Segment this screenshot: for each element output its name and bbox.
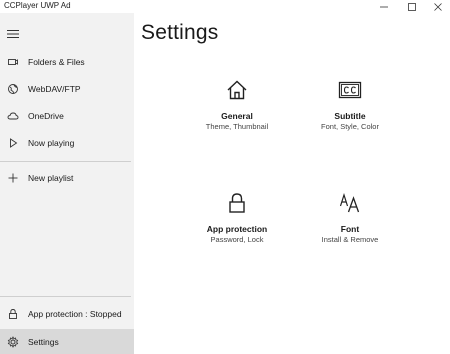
close-button[interactable] xyxy=(424,0,450,13)
gear-icon xyxy=(7,335,19,348)
sidebar: Folders & Files WebDAV/FTP OneDrive Now … xyxy=(0,13,134,354)
sidebar-item-label: WebDAV/FTP xyxy=(28,84,81,94)
closed-caption-icon xyxy=(338,78,362,102)
sidebar-item-folders-files[interactable]: Folders & Files xyxy=(0,51,134,73)
tile-title: General xyxy=(221,111,253,121)
tile-title: App protection xyxy=(206,224,268,234)
plus-icon xyxy=(7,172,19,184)
hamburger-icon xyxy=(7,30,19,38)
settings-tile-general[interactable]: General Theme, Thumbnail xyxy=(182,78,292,138)
close-icon xyxy=(434,2,442,11)
app-window: CCPlayer UWP Ad Folders & Files WebDAV/F… xyxy=(0,0,450,354)
minimize-icon xyxy=(380,6,388,7)
sidebar-item-label: OneDrive xyxy=(28,111,64,121)
sidebar-item-label: Now playing xyxy=(28,138,75,148)
sidebar-divider xyxy=(0,296,131,297)
lock-icon xyxy=(7,308,19,320)
maximize-icon xyxy=(408,2,416,11)
tile-subtitle: Install & Remove xyxy=(321,235,379,244)
sidebar-item-label: Settings xyxy=(28,336,59,347)
cloud-icon xyxy=(7,110,19,122)
sidebar-item-label: App protection : Stopped xyxy=(28,309,122,319)
sidebar-item-now-playing[interactable]: Now playing xyxy=(0,132,134,154)
page-title: Settings xyxy=(141,21,219,44)
sidebar-item-webdav-ftp[interactable]: WebDAV/FTP xyxy=(0,78,134,100)
sidebar-item-label: Folders & Files xyxy=(28,57,85,67)
maximize-button[interactable] xyxy=(398,0,426,13)
app-title: CCPlayer UWP Ad xyxy=(4,1,71,10)
minimize-button[interactable] xyxy=(370,0,398,13)
folder-icon xyxy=(7,56,19,68)
sidebar-item-new-playlist[interactable]: New playlist xyxy=(0,167,134,189)
sidebar-item-label: New playlist xyxy=(28,173,74,183)
settings-page: Settings General Theme, Thumbnail Subtit… xyxy=(134,13,450,354)
home-icon xyxy=(225,78,249,102)
tile-subtitle: Password, Lock xyxy=(210,235,264,244)
font-icon xyxy=(338,191,362,215)
tile-subtitle: Theme, Thumbnail xyxy=(205,122,269,131)
globe-icon xyxy=(7,83,19,95)
settings-tile-subtitle[interactable]: Subtitle Font, Style, Color xyxy=(295,78,405,138)
tile-title: Subtitle xyxy=(334,111,366,121)
play-icon xyxy=(7,137,19,149)
tile-subtitle: Font, Style, Color xyxy=(321,122,379,131)
tile-title: Font xyxy=(340,224,360,234)
settings-tile-app-protection[interactable]: App protection Password, Lock xyxy=(182,191,292,251)
sidebar-item-onedrive[interactable]: OneDrive xyxy=(0,105,134,127)
hamburger-menu-button[interactable] xyxy=(7,26,19,38)
title-bar: CCPlayer UWP Ad xyxy=(0,0,450,13)
sidebar-divider xyxy=(0,161,131,162)
sidebar-item-app-protection[interactable]: App protection : Stopped xyxy=(0,303,134,325)
sidebar-item-settings[interactable]: Settings xyxy=(0,329,134,354)
lock-icon xyxy=(225,191,249,215)
settings-tile-font[interactable]: Font Install & Remove xyxy=(295,191,405,251)
